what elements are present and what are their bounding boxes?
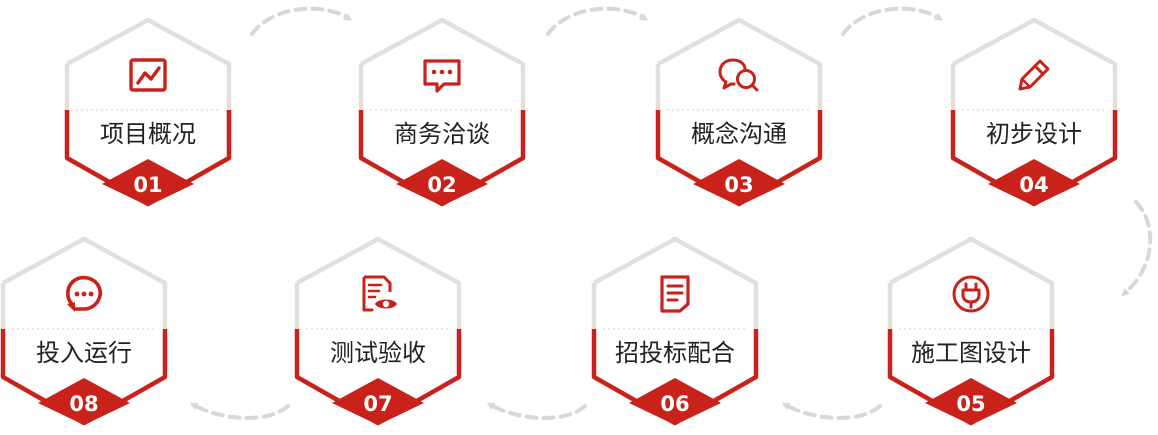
step-number: 05	[956, 392, 985, 416]
process-step: 商务洽谈 02	[358, 17, 526, 207]
hexagon-outline	[64, 17, 232, 110]
chat-bubbles-icon	[718, 58, 759, 92]
hexagon-outline	[655, 17, 823, 110]
chart-icon	[129, 58, 167, 92]
step-label: 招投标配合	[615, 339, 735, 367]
process-step: 初步设计 04	[950, 17, 1118, 207]
process-step: 概念沟通 03	[655, 17, 823, 207]
process-flow-diagram: 项目概况 01 商务洽谈 02 概念沟通 03 初步设计 04 施工图设计 05 招投标配合 06 测试…	[0, 6, 1153, 426]
step-label: 投入运行	[36, 339, 132, 367]
step-number: 07	[363, 392, 392, 416]
step-number: 02	[427, 173, 456, 197]
step-label: 商务洽谈	[394, 120, 490, 148]
hexagon-outline	[591, 236, 759, 329]
dashed-arrow-connector	[781, 402, 882, 420]
dashed-arrow-connector	[486, 402, 587, 420]
step-label: 初步设计	[986, 120, 1082, 148]
dashed-arrow-connector	[250, 6, 353, 36]
process-step: 项目概况 01	[64, 17, 232, 207]
dashed-arrow-connector	[841, 6, 944, 36]
step-label: 概念沟通	[691, 120, 787, 148]
dashed-arrow-connector	[1121, 200, 1153, 297]
step-label: 项目概况	[100, 120, 196, 148]
hexagon-outline	[887, 236, 1055, 329]
refresh-chat-icon	[66, 275, 103, 312]
step-number: 04	[1019, 173, 1048, 197]
step-number: 08	[69, 392, 98, 416]
process-step: 测试验收 07	[294, 236, 462, 426]
step-number: 01	[133, 173, 162, 197]
step-label: 测试验收	[330, 339, 426, 367]
process-step: 施工图设计 05	[887, 236, 1055, 426]
pencil-icon	[1018, 59, 1050, 91]
process-step: 投入运行 08	[0, 236, 168, 426]
file-eye-icon	[362, 275, 397, 312]
dashed-arrow-connector	[546, 6, 649, 36]
step-number: 06	[660, 392, 689, 416]
process-step: 招投标配合 06	[591, 236, 759, 426]
message-icon	[423, 59, 461, 93]
step-label: 施工图设计	[911, 339, 1031, 367]
document-icon	[660, 275, 690, 313]
dashed-arrow-connector	[189, 402, 290, 420]
step-number: 03	[724, 173, 753, 197]
plug-icon	[952, 275, 990, 313]
process-steps: 项目概况 01 商务洽谈 02 概念沟通 03 初步设计 04 施工图设计 05 招投标配合 06 测试…	[0, 17, 1118, 426]
hexagon-outline	[358, 17, 526, 110]
hexagon-outline	[0, 236, 168, 329]
